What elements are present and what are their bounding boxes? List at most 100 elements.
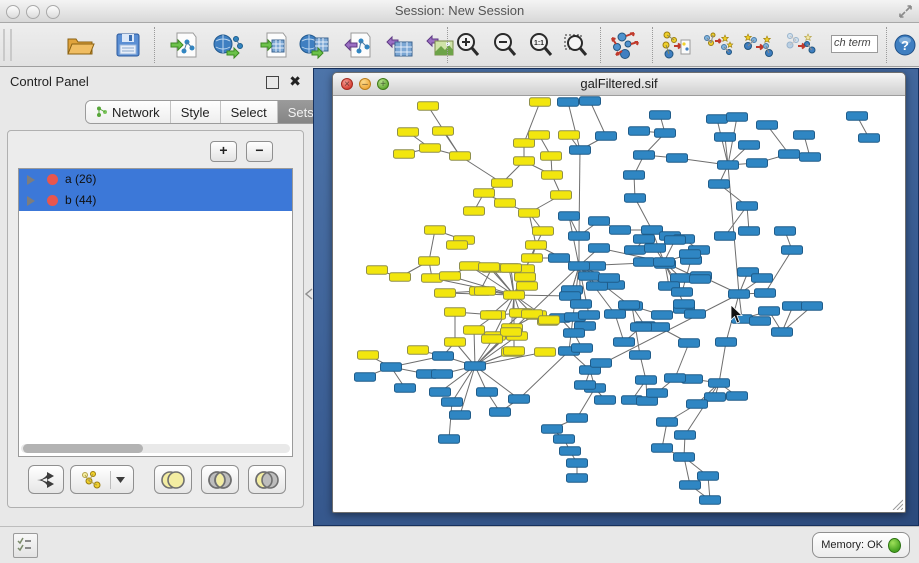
- graph-node[interactable]: [652, 444, 673, 453]
- graph-nodes[interactable]: [355, 97, 880, 505]
- graph-node[interactable]: [490, 408, 511, 417]
- graph-node[interactable]: [655, 129, 676, 138]
- graph-node[interactable]: [398, 128, 419, 137]
- graph-node[interactable]: [650, 111, 671, 120]
- graph-node[interactable]: [567, 414, 588, 423]
- remove-set-button[interactable]: −: [246, 141, 273, 162]
- sets-list[interactable]: a (26)b (44): [18, 168, 293, 457]
- graph-node[interactable]: [539, 316, 560, 325]
- graph-node[interactable]: [435, 289, 456, 298]
- union-button[interactable]: [154, 465, 192, 494]
- horizontal-scrollbar[interactable]: [21, 444, 290, 453]
- graph-node[interactable]: [529, 131, 550, 140]
- graph-node[interactable]: [629, 127, 650, 136]
- memory-status-button[interactable]: Memory: OK: [812, 532, 910, 558]
- fullscreen-icon[interactable]: [898, 4, 913, 19]
- graph-node[interactable]: [595, 396, 616, 405]
- graph-node[interactable]: [526, 241, 547, 250]
- graph-node[interactable]: [558, 98, 579, 107]
- graph-node[interactable]: [705, 393, 726, 402]
- graph-node[interactable]: [515, 273, 536, 282]
- graph-node[interactable]: [657, 418, 678, 427]
- open-session-button[interactable]: [64, 29, 96, 61]
- graph-node[interactable]: [580, 97, 601, 106]
- import-network-web-button[interactable]: [212, 29, 244, 61]
- graph-node[interactable]: [729, 290, 750, 299]
- graph-node[interactable]: [394, 150, 415, 159]
- graph-node[interactable]: [779, 150, 800, 159]
- graph-node[interactable]: [569, 232, 590, 241]
- graph-node[interactable]: [475, 287, 496, 296]
- graph-node[interactable]: [504, 347, 525, 356]
- graph-node[interactable]: [802, 302, 823, 311]
- graph-node[interactable]: [685, 310, 706, 319]
- graph-node[interactable]: [680, 481, 701, 490]
- intersection-button[interactable]: [201, 465, 239, 494]
- scrollbar-thumb[interactable]: [23, 444, 143, 453]
- graph-node[interactable]: [541, 152, 562, 161]
- graph-node[interactable]: [575, 381, 596, 390]
- graph-node[interactable]: [569, 262, 590, 271]
- graph-node[interactable]: [775, 227, 796, 236]
- graph-node[interactable]: [665, 236, 686, 245]
- graph-node[interactable]: [587, 282, 608, 291]
- graph-node[interactable]: [630, 351, 651, 360]
- graph-node[interactable]: [605, 310, 626, 319]
- graph-node[interactable]: [591, 359, 612, 368]
- splitter-collapse-arrow[interactable]: [305, 288, 313, 300]
- window-resize-grip[interactable]: [891, 498, 903, 510]
- graph-node[interactable]: [671, 274, 692, 283]
- graph-node[interactable]: [572, 344, 593, 353]
- graph-node[interactable]: [554, 435, 575, 444]
- graph-node[interactable]: [589, 217, 610, 226]
- add-set-button[interactable]: +: [210, 141, 237, 162]
- zoom-actual-size-button[interactable]: 1:1: [525, 29, 557, 61]
- graph-node[interactable]: [474, 189, 495, 198]
- graph-node[interactable]: [495, 199, 516, 208]
- graph-node[interactable]: [477, 388, 498, 397]
- graph-node[interactable]: [698, 472, 719, 481]
- graph-node[interactable]: [481, 311, 502, 320]
- tab-network[interactable]: Network: [86, 101, 171, 123]
- set-row[interactable]: b (44): [19, 190, 292, 211]
- graph-node[interactable]: [367, 266, 388, 275]
- graph-node[interactable]: [782, 246, 803, 255]
- graph-node[interactable]: [783, 302, 804, 311]
- graph-node[interactable]: [450, 411, 471, 420]
- graph-node[interactable]: [425, 226, 446, 235]
- graph-node[interactable]: [442, 398, 463, 407]
- graph-node[interactable]: [430, 388, 451, 397]
- graph-node[interactable]: [482, 335, 503, 344]
- close-panel-icon[interactable]: ✖: [289, 73, 301, 90]
- graph-node[interactable]: [667, 154, 688, 163]
- set-row[interactable]: a (26): [19, 169, 292, 190]
- graph-node[interactable]: [727, 113, 748, 122]
- graph-node[interactable]: [551, 191, 572, 200]
- import-table-web-button[interactable]: [298, 29, 330, 61]
- graph-node[interactable]: [420, 144, 441, 153]
- graph-node[interactable]: [727, 392, 748, 401]
- graph-node[interactable]: [535, 348, 556, 357]
- graph-node[interactable]: [625, 194, 646, 203]
- graph-node[interactable]: [672, 288, 693, 297]
- graph-node[interactable]: [440, 272, 461, 281]
- graph-node[interactable]: [533, 227, 554, 236]
- graph-node[interactable]: [750, 317, 771, 326]
- graph-node[interactable]: [450, 152, 471, 161]
- graph-node[interactable]: [634, 258, 655, 267]
- graph-node[interactable]: [570, 146, 591, 155]
- graph-node[interactable]: [647, 389, 668, 398]
- graph-node[interactable]: [665, 374, 686, 383]
- graph-node[interactable]: [675, 431, 696, 440]
- graph-node[interactable]: [522, 254, 543, 263]
- graph-node[interactable]: [464, 326, 485, 335]
- graph-node[interactable]: [514, 157, 535, 166]
- zoom-out-button[interactable]: [489, 29, 521, 61]
- graph-node[interactable]: [690, 275, 711, 284]
- graph-node[interactable]: [559, 212, 580, 221]
- graph-node[interactable]: [634, 235, 655, 244]
- zoom-in-button[interactable]: [452, 29, 484, 61]
- graph-node[interactable]: [631, 323, 652, 332]
- graph-node[interactable]: [589, 244, 610, 253]
- graph-node[interactable]: [355, 373, 376, 382]
